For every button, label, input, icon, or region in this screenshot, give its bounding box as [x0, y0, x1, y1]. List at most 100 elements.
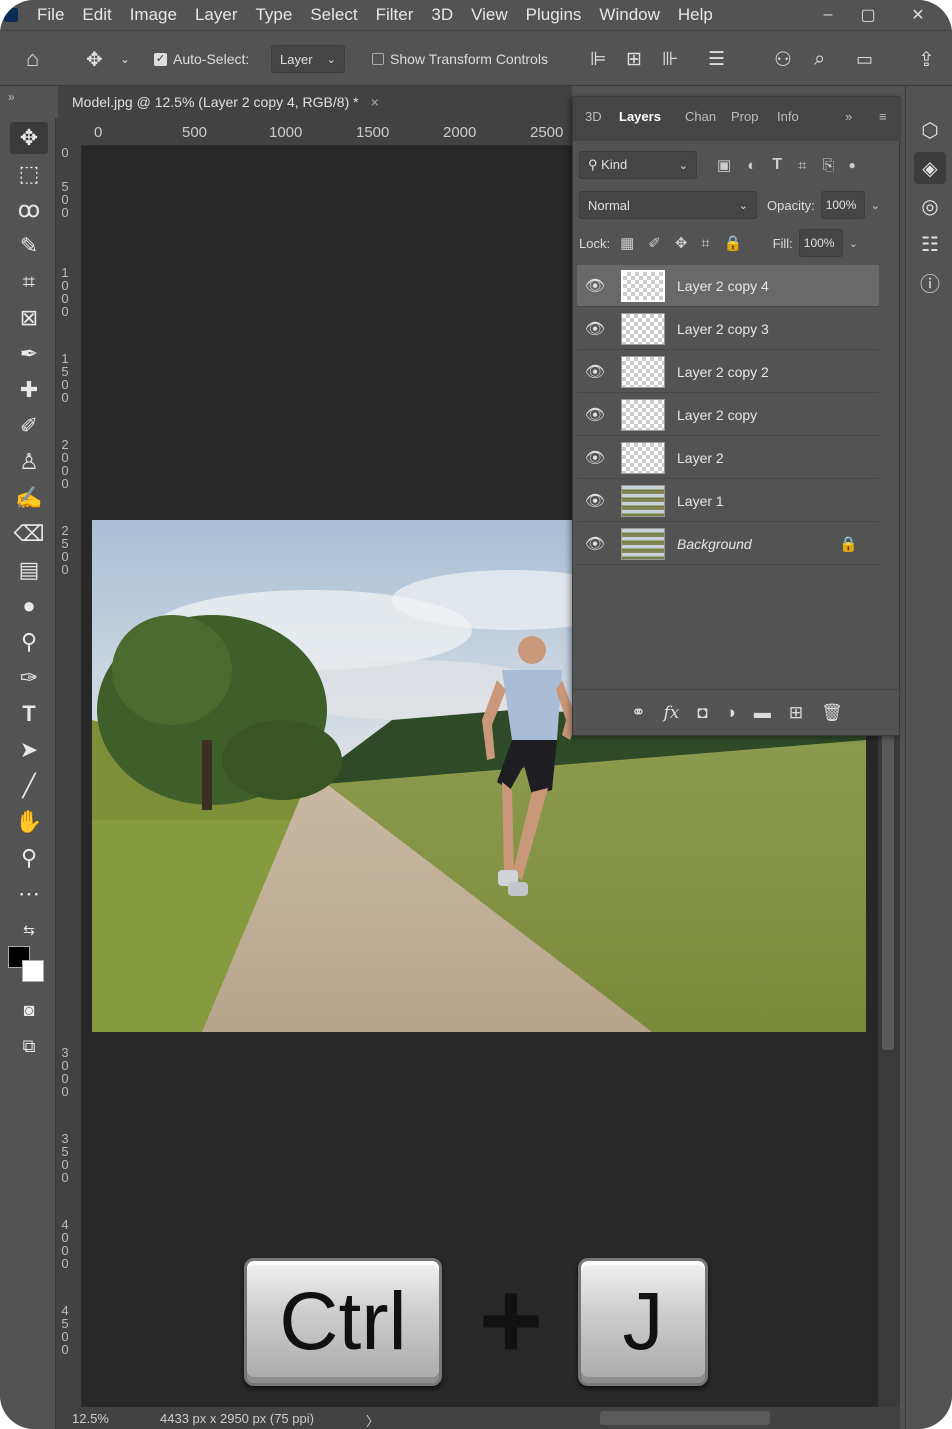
document-tab[interactable]: Model.jpg @ 12.5% (Layer 2 copy 4, RGB/8… — [58, 86, 572, 118]
add-mask-icon[interactable]: ◘ — [697, 703, 707, 723]
eyedropper-tool-icon[interactable]: ✒ — [10, 338, 48, 370]
eye-visibility-icon[interactable]: 👁 — [585, 320, 605, 338]
more-tools-icon[interactable]: ⋯ — [10, 878, 48, 910]
tab-properties[interactable]: Prop — [731, 109, 758, 124]
marquee-tool-icon[interactable]: ⬚ — [10, 158, 48, 190]
eye-visibility-icon[interactable]: 👁 — [585, 449, 605, 467]
info-panel-icon[interactable]: ⓘ — [914, 266, 946, 298]
menu-filter[interactable]: Filter — [367, 5, 423, 25]
eye-visibility-icon[interactable]: 👁 — [585, 535, 605, 553]
zoom-level[interactable]: 12.5% — [72, 1411, 109, 1426]
filter-kind-dropdown[interactable]: ⚲ Kind ⌄ — [579, 151, 697, 179]
layer-row[interactable]: 👁 Layer 2 copy 3 — [577, 308, 879, 350]
layer-row[interactable]: 👁 Layer 1 — [577, 480, 879, 522]
tab-layers[interactable]: Layers — [619, 109, 661, 124]
3d-panel-icon[interactable]: ⬡ — [914, 114, 946, 146]
type-tool-icon[interactable]: T — [10, 698, 48, 730]
auto-select-target-dropdown[interactable]: Layer ⌄ — [271, 31, 345, 87]
layer-row[interactable]: 👁 Layer 2 copy 4 — [577, 265, 879, 307]
collapse-toolbar-icon[interactable]: » — [8, 90, 15, 104]
adjustment-layer-icon[interactable]: ◑ — [726, 703, 736, 723]
menu-help[interactable]: Help — [669, 5, 722, 25]
crop-tool-icon[interactable]: ⌗ — [10, 266, 48, 298]
menu-view[interactable]: View — [462, 5, 517, 25]
menu-plugins[interactable]: Plugins — [517, 5, 591, 25]
opacity-input[interactable]: 100% — [820, 191, 865, 219]
eraser-tool-icon[interactable]: ⌫ — [10, 518, 48, 550]
align-right-icon[interactable]: ⊪ — [662, 31, 679, 87]
layers-panel-icon[interactable]: ◈ — [914, 152, 946, 184]
blend-mode-dropdown[interactable]: Normal ⌄ — [579, 191, 757, 219]
eye-visibility-icon[interactable]: 👁 — [585, 406, 605, 424]
new-layer-icon[interactable]: ⊞ — [789, 703, 803, 723]
chevron-down-icon[interactable]: ⌄ — [120, 31, 130, 87]
tab-info[interactable]: Info — [777, 109, 799, 124]
vertical-scrollbar-thumb[interactable] — [882, 735, 894, 1050]
layer-row[interactable]: 👁 Layer 2 — [577, 437, 879, 479]
filter-toggle-icon[interactable]: ● — [849, 158, 856, 172]
minimize-button[interactable]: – — [808, 0, 848, 30]
lock-image-icon[interactable]: ✐ — [648, 234, 661, 252]
tab-3d[interactable]: 3D — [585, 109, 602, 124]
channels-panel-icon[interactable]: ◎ — [914, 190, 946, 222]
quick-mask-icon[interactable]: ◙ — [10, 994, 48, 1026]
move-tool-icon[interactable]: ✥ — [10, 122, 48, 154]
menu-layer[interactable]: Layer — [186, 5, 247, 25]
auto-select-checkbox[interactable]: ✓ Auto-Select: — [154, 31, 249, 87]
fx-icon[interactable]: fx — [663, 703, 679, 723]
path-selection-tool-icon[interactable]: ➤ — [10, 734, 48, 766]
maximize-button[interactable]: ▢ — [848, 0, 888, 30]
eye-visibility-icon[interactable]: 👁 — [585, 492, 605, 510]
align-center-icon[interactable]: ⊞ — [626, 31, 642, 87]
dodge-tool-icon[interactable]: ⚲ — [10, 626, 48, 658]
menu-3d[interactable]: 3D — [422, 5, 462, 25]
home-icon[interactable]: ⌂ — [26, 31, 39, 87]
lock-artboard-icon[interactable]: ⌗ — [701, 235, 709, 252]
eye-visibility-icon[interactable]: 👁 — [585, 277, 605, 295]
expand-panels-icon[interactable]: » — [845, 109, 852, 124]
blur-tool-icon[interactable]: ● — [10, 590, 48, 622]
fill-input[interactable]: 100% — [798, 229, 843, 257]
move-tool-preset-icon[interactable]: ✥ — [86, 31, 103, 87]
status-menu-arrow[interactable]: 〉 — [366, 1411, 379, 1429]
3d-mode-icon[interactable]: ⚇ — [774, 31, 792, 87]
lock-icon[interactable]: 🔒 — [839, 535, 858, 553]
filter-smart-object-icon[interactable]: ⎘ — [822, 157, 834, 174]
pen-tool-icon[interactable]: ✑ — [10, 662, 48, 694]
brush-tool-icon[interactable]: ✐ — [10, 410, 48, 442]
search-icon[interactable]: ⌕ — [814, 31, 825, 87]
link-layers-icon[interactable]: ⚭ — [631, 703, 645, 723]
filter-pixel-icon[interactable]: ▣ — [717, 156, 731, 174]
line-tool-icon[interactable]: ╱ — [10, 770, 48, 802]
eye-visibility-icon[interactable]: 👁 — [585, 363, 605, 381]
show-transform-checkbox[interactable]: Show Transform Controls — [372, 31, 548, 87]
menu-file[interactable]: File — [28, 5, 73, 25]
screen-mode-icon[interactable]: ⧉ — [10, 1030, 48, 1062]
filter-adjustment-icon[interactable]: ◐ — [747, 157, 756, 174]
quick-selection-tool-icon[interactable]: ✎ — [10, 230, 48, 262]
filter-shape-icon[interactable]: ⌗ — [798, 157, 806, 174]
horizontal-scrollbar-thumb[interactable] — [600, 1411, 770, 1425]
close-window-button[interactable]: ✕ — [898, 0, 938, 30]
vertical-scrollbar[interactable] — [878, 735, 900, 1407]
delete-layer-icon[interactable]: 🗑 — [821, 703, 843, 723]
healing-brush-tool-icon[interactable]: ✚ — [10, 374, 48, 406]
background-color-swatch[interactable] — [22, 960, 44, 982]
layer-row[interactable]: 👁 Background 🔒 — [577, 523, 879, 565]
menu-edit[interactable]: Edit — [73, 5, 120, 25]
lock-all-icon[interactable]: 🔒 — [724, 234, 743, 252]
lock-transparent-icon[interactable]: ▦ — [620, 234, 634, 252]
filter-type-icon[interactable]: T — [772, 156, 782, 174]
tab-channels[interactable]: Chan — [685, 109, 716, 124]
properties-panel-icon[interactable]: ☷ — [914, 228, 946, 260]
swap-colors-icon[interactable]: ⇆ — [10, 914, 48, 946]
share-icon[interactable]: ⇪ — [918, 31, 935, 87]
history-brush-tool-icon[interactable]: ✍ — [10, 482, 48, 514]
distribute-icon[interactable]: ☰ — [708, 31, 725, 87]
chevron-down-icon[interactable]: ⌄ — [849, 237, 858, 250]
menu-select[interactable]: Select — [301, 5, 366, 25]
zoom-tool-icon[interactable]: ⚲ — [10, 842, 48, 874]
clone-stamp-tool-icon[interactable]: ♙ — [10, 446, 48, 478]
chevron-down-icon[interactable]: ⌄ — [871, 199, 880, 212]
workspace-icon[interactable]: ▭ — [856, 31, 873, 87]
